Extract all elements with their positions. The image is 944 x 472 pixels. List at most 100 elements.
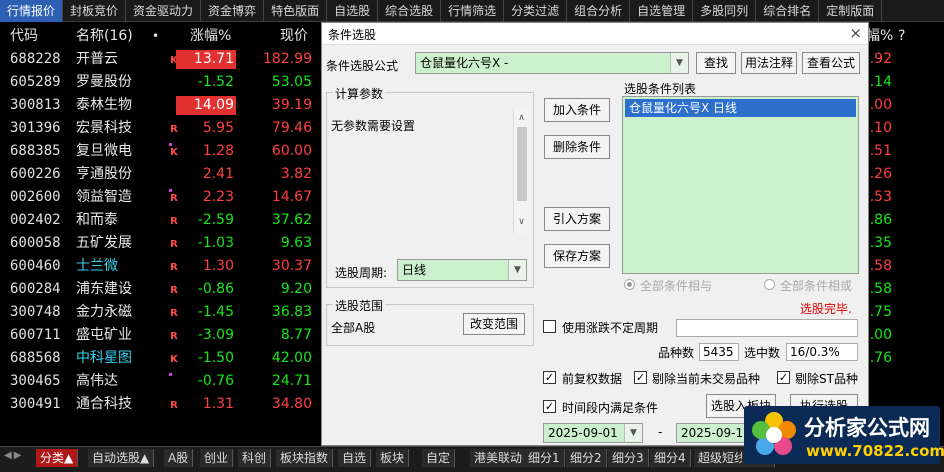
top-tab-bar: 行情报价 封板竞价 资金驱动力 资金博弈 特色版面 自选股 综合选股 行情筛选 分类过滤 组合分析…	[0, 0, 944, 22]
params-text: 无参数需要设置	[331, 119, 416, 133]
bottom-tab[interactable]: 港美联动	[470, 449, 528, 467]
chevron-down-icon[interactable]: ▼	[670, 53, 688, 73]
edge-value: .51	[869, 143, 892, 159]
header-price[interactable]: 现价	[280, 24, 308, 48]
edge-value: .92	[869, 51, 892, 67]
period-select[interactable]: 日线 ▼	[397, 259, 527, 281]
edge-value: .86	[869, 212, 892, 228]
import-plan-button[interactable]: 引入方案	[544, 207, 610, 231]
stock-code: 600711	[10, 327, 61, 343]
condition-list[interactable]: 仓鼠量化六号X 日线	[622, 96, 859, 274]
change-percent: 14.09	[176, 96, 236, 115]
edge-value: .75	[869, 304, 892, 320]
bottom-tab[interactable]: 细分3	[608, 449, 649, 467]
top-tab[interactable]: 分类过滤	[504, 0, 568, 22]
stock-code: 600226	[10, 166, 61, 182]
checkbox-range-period[interactable]	[543, 320, 556, 333]
scroll-down-icon[interactable]: ∨	[515, 217, 528, 227]
bottom-tab[interactable]: 分类▲	[36, 449, 79, 467]
top-tab[interactable]: 特色版面	[264, 0, 328, 22]
top-tab[interactable]: 组合分析	[567, 0, 631, 22]
scope-group-title: 选股范围	[333, 297, 386, 314]
change-percent: 1.31	[202, 396, 234, 412]
logo-url: www.70822.com	[806, 442, 944, 460]
bottom-tab[interactable]: 板块	[376, 449, 410, 467]
chevron-down-icon[interactable]: ▼	[508, 260, 526, 280]
change-percent: -3.09	[197, 327, 234, 343]
header-name[interactable]: 名称(16)	[76, 24, 133, 48]
bottom-tab[interactable]: 自选	[338, 449, 372, 467]
bottom-tab[interactable]: A股	[164, 449, 194, 467]
bottom-tab[interactable]: 科创	[238, 449, 272, 467]
save-plan-button[interactable]: 保存方案	[544, 244, 610, 268]
params-group-title: 计算参数	[333, 85, 386, 102]
stock-code: 300748	[10, 304, 61, 320]
tab-scroll-arrows-icon[interactable]: ◀▶	[4, 450, 32, 461]
top-tab[interactable]: 行情筛选	[441, 0, 505, 22]
header-edge-help[interactable]: ?	[898, 24, 905, 48]
date-separator: -	[658, 425, 663, 439]
header-edge-change[interactable]: 幅%	[866, 24, 893, 48]
top-tab[interactable]: 资金驱动力	[126, 0, 202, 22]
usage-notes-button[interactable]: 用法注释	[741, 52, 797, 74]
scroll-up-icon[interactable]: ∧	[515, 113, 528, 123]
top-tab[interactable]: 封板竞价	[63, 0, 127, 22]
top-tab[interactable]: 行情报价	[0, 0, 64, 22]
change-percent: -1.45	[197, 304, 234, 320]
top-tab[interactable]: 定制版面	[819, 0, 883, 22]
exclude-untraded-label: 剔除当前未交易品种	[652, 372, 761, 386]
dialog-title-bar: 条件选股 ×	[322, 23, 868, 45]
radio-all-and[interactable]	[624, 279, 635, 290]
current-price: 182.99	[263, 51, 312, 67]
start-date-picker[interactable]: 2025-09-01 ▼	[543, 423, 643, 443]
top-tab[interactable]: 自选股	[327, 0, 379, 22]
close-icon[interactable]: ×	[849, 24, 862, 42]
selected-field: 16/0.3%	[786, 343, 858, 361]
stock-name: 高伟达	[76, 373, 118, 389]
current-price: 36.83	[271, 304, 312, 320]
bottom-tab[interactable]: 细分1	[524, 449, 565, 467]
top-tab[interactable]: 综合选股	[378, 0, 442, 22]
range-period-input[interactable]	[676, 319, 858, 337]
delete-condition-button[interactable]: 删除条件	[544, 135, 610, 159]
checkbox-exclude-st[interactable]: ✓	[777, 371, 790, 384]
formula-select[interactable]: 仓鼠量化六号X - ▼	[415, 52, 689, 74]
header-change[interactable]: 涨幅%	[190, 24, 231, 48]
checkbox-exclude-untraded[interactable]: ✓	[634, 371, 647, 384]
params-scrollbar[interactable]: ∧ ∨	[513, 109, 529, 233]
top-tab[interactable]: 资金博弈	[201, 0, 265, 22]
stock-name: 浦东建设	[76, 281, 132, 297]
current-price: 53.05	[271, 74, 312, 90]
bottom-tab[interactable]: 细分2	[566, 449, 607, 467]
top-tab[interactable]: 自选管理	[630, 0, 694, 22]
bottom-tab[interactable]: 自定	[422, 449, 456, 467]
current-price: 9.63	[280, 235, 312, 251]
change-percent: 13.71	[176, 50, 236, 69]
end-date-picker[interactable]: 2025-09-1	[676, 423, 746, 443]
top-tab[interactable]: 综合排名	[756, 0, 820, 22]
condition-list-item[interactable]: 仓鼠量化六号X 日线	[625, 99, 856, 117]
stock-code: 600284	[10, 281, 61, 297]
find-button[interactable]: 查找	[696, 52, 736, 74]
add-condition-button[interactable]: 加入条件	[544, 98, 610, 122]
view-formula-button[interactable]: 查看公式	[802, 52, 860, 74]
bottom-tab[interactable]: 创业	[200, 449, 234, 467]
dialog-title: 条件选股	[328, 28, 377, 42]
change-scope-button[interactable]: 改变范围	[463, 313, 525, 335]
current-price: 30.37	[271, 258, 312, 274]
header-code[interactable]: 代码	[10, 24, 38, 48]
checkbox-period-condition[interactable]: ✓	[543, 400, 556, 413]
bottom-tab[interactable]: 自动选股▲	[88, 449, 155, 467]
edge-value: .53	[869, 189, 892, 205]
current-price: 8.77	[280, 327, 312, 343]
scroll-thumb[interactable]	[517, 127, 527, 201]
radio-all-or[interactable]	[764, 279, 775, 290]
formula-value: 仓鼠量化六号X -	[420, 56, 509, 70]
condition-list-items: 仓鼠量化六号X 日线	[623, 99, 858, 117]
stock-name: 宏景科技	[76, 120, 132, 136]
checkbox-adjusted-data[interactable]: ✓	[543, 371, 556, 384]
chevron-down-icon[interactable]: ▼	[624, 424, 642, 442]
bottom-tab[interactable]: 板块指数	[276, 449, 334, 467]
top-tab[interactable]: 多股同列	[693, 0, 757, 22]
bottom-tab[interactable]: 细分4	[650, 449, 691, 467]
